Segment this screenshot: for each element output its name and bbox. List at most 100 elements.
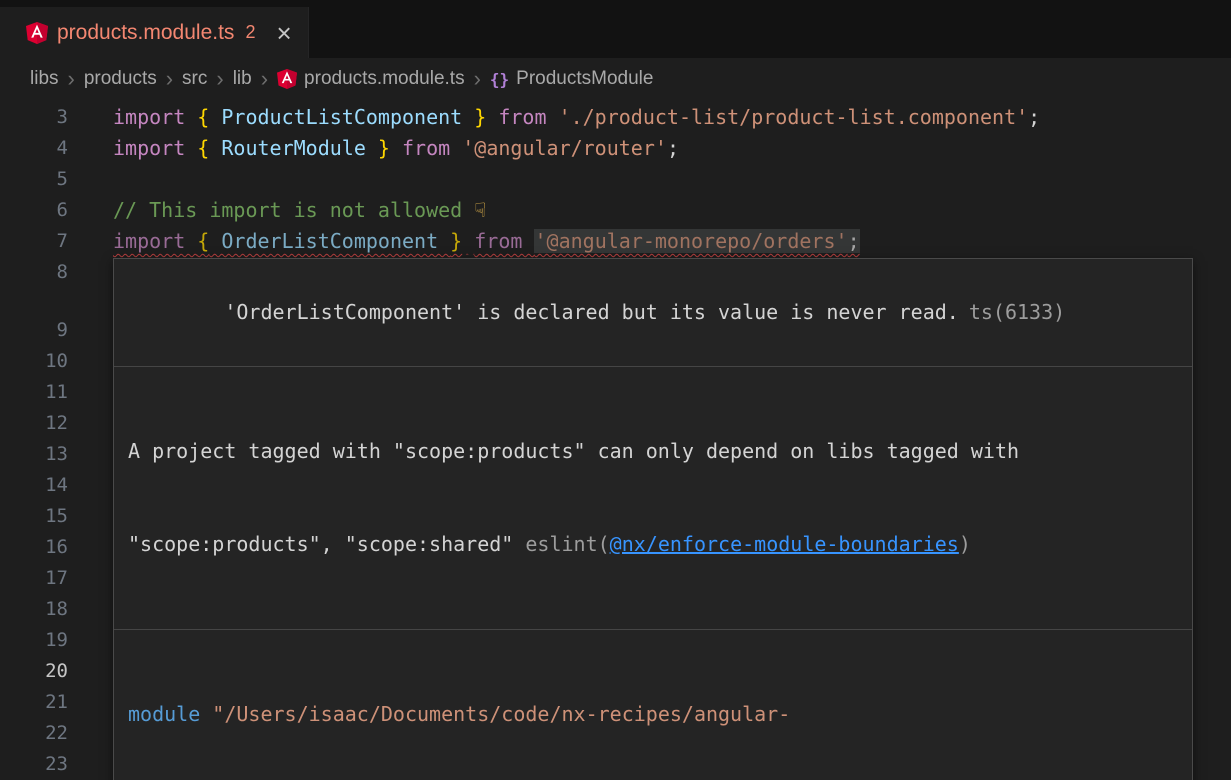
- tab-problem-count: 2: [245, 22, 255, 43]
- code-token: './product-list/product-list.component': [559, 105, 1029, 129]
- eslint-message-line2: "scope:products", "scope:shared" eslint(…: [128, 529, 1178, 560]
- code-line-5[interactable]: 5: [0, 164, 1231, 195]
- breadcrumb-label: products: [84, 68, 157, 90]
- breadcrumb: libs›products›src›lib›products.module.ts…: [0, 58, 1231, 100]
- diagnostic-code: ts(6133): [969, 300, 1065, 324]
- breadcrumb-item-lib[interactable]: lib: [233, 68, 252, 90]
- code-text: [68, 439, 113, 470]
- line-number[interactable]: 8: [0, 257, 68, 288]
- close-icon[interactable]: ×: [276, 20, 291, 46]
- line-number[interactable]: 6: [0, 195, 68, 226]
- pointing-down-emoji: ☟: [474, 198, 486, 222]
- angular-icon: [26, 22, 48, 44]
- diagnostic-eslint-message: A project tagged with "scope:products" c…: [114, 367, 1192, 630]
- code-token: '@angular-monorepo/orders': [534, 229, 847, 253]
- code-line-4[interactable]: 4import { RouterModule } from '@angular/…: [0, 133, 1231, 164]
- breadcrumb-item-src[interactable]: src: [182, 68, 207, 90]
- chevron-right-icon: ›: [207, 66, 232, 92]
- diagnostic-message-text: 'OrderListComponent' is declared but its…: [224, 300, 959, 324]
- line-number[interactable]: 13: [0, 439, 68, 470]
- line-number[interactable]: 14: [0, 470, 68, 501]
- diagnostic-ts-message: 'OrderListComponent' is declared but its…: [114, 259, 1192, 367]
- code-text: [68, 470, 113, 501]
- code-text: [68, 408, 113, 439]
- chevron-right-icon: ›: [59, 66, 84, 92]
- code-text: // This import is not allowed ☟: [68, 195, 486, 226]
- chevron-right-icon: ›: [252, 66, 277, 92]
- code-line-3[interactable]: 3import { ProductListComponent } from '.…: [0, 102, 1231, 133]
- code-text: [68, 257, 113, 288]
- line-number[interactable]: 3: [0, 102, 68, 133]
- module-path-block: module "/Users/isaac/Documents/code/nx-r…: [114, 630, 1192, 780]
- line-number[interactable]: 9: [0, 315, 68, 346]
- code-token: from: [474, 229, 534, 253]
- code-token: import: [113, 136, 197, 160]
- line-number[interactable]: 7: [0, 226, 68, 257]
- code-token: RouterModule: [209, 136, 378, 160]
- eslint-source-open: eslint(: [525, 532, 609, 556]
- line-number[interactable]: 20: [0, 656, 68, 687]
- line-number[interactable]: 22: [0, 718, 68, 749]
- eslint-message-line2-text: "scope:products", "scope:shared": [128, 532, 525, 556]
- chevron-right-icon: ›: [465, 66, 490, 92]
- breadcrumb-item-products[interactable]: products: [84, 68, 157, 90]
- line-number[interactable]: 12: [0, 408, 68, 439]
- code-token: // This import is not allowed: [113, 198, 474, 222]
- line-number[interactable]: 16: [0, 532, 68, 563]
- line-number[interactable]: 18: [0, 594, 68, 625]
- code-text: import { OrderListComponent } from '@ang…: [68, 226, 860, 257]
- code-text: import { ProductListComponent } from './…: [68, 102, 1040, 133]
- code-token: ;: [667, 136, 679, 160]
- eslint-rule-link[interactable]: @nx/enforce-module-boundaries: [610, 532, 959, 556]
- line-number[interactable]: 21: [0, 687, 68, 718]
- code-text: [68, 164, 113, 195]
- eslint-message-line1: A project tagged with "scope:products" c…: [128, 436, 1178, 467]
- code-token: {: [197, 136, 209, 160]
- breadcrumb-item-products-module-ts[interactable]: products.module.ts: [277, 68, 465, 90]
- code-token: from: [498, 105, 558, 129]
- code-text: import { RouterModule } from '@angular/r…: [68, 133, 679, 164]
- code-token: ProductListComponent: [209, 105, 474, 129]
- line-number[interactable]: 4: [0, 133, 68, 164]
- editor[interactable]: 3import { ProductListComponent } from '.…: [0, 100, 1231, 780]
- line-number[interactable]: 10: [0, 346, 68, 377]
- chevron-right-icon: ›: [157, 66, 182, 92]
- code-token: [390, 136, 402, 160]
- tab-products-module[interactable]: products.module.ts 2 ×: [0, 7, 309, 58]
- code-token: ;: [848, 229, 860, 253]
- line-number[interactable]: 15: [0, 501, 68, 532]
- breadcrumb-label: src: [182, 68, 207, 90]
- line-number[interactable]: 19: [0, 625, 68, 656]
- hover-popup: 'OrderListComponent' is declared but its…: [113, 258, 1193, 780]
- code-token: }: [474, 105, 486, 129]
- module-path-part1: "/Users/isaac/Documents/code/nx-recipes/…: [212, 702, 790, 726]
- code-token: }: [378, 136, 390, 160]
- breadcrumb-item-libs[interactable]: libs: [30, 68, 59, 90]
- line-number[interactable]: 17: [0, 563, 68, 594]
- code-token: from: [402, 136, 462, 160]
- code-token: }: [450, 229, 462, 253]
- breadcrumb-label: products.module.ts: [304, 68, 465, 90]
- code-token: {: [197, 105, 209, 129]
- code-text: [68, 377, 113, 408]
- code-line-6[interactable]: 6// This import is not allowed ☟: [0, 195, 1231, 226]
- line-number[interactable]: 5: [0, 164, 68, 195]
- eslint-source-close: ): [959, 532, 971, 556]
- breadcrumb-label: lib: [233, 68, 252, 90]
- code-token: '@angular/router': [462, 136, 667, 160]
- code-token: {: [197, 229, 209, 253]
- breadcrumb-label: libs: [30, 68, 59, 90]
- module-path-line1: module "/Users/isaac/Documents/code/nx-r…: [128, 699, 1178, 730]
- line-number[interactable]: 11: [0, 377, 68, 408]
- code-text: [68, 749, 113, 780]
- line-number[interactable]: 23: [0, 749, 68, 780]
- tab-filename: products.module.ts: [57, 21, 234, 45]
- code-token: [486, 105, 498, 129]
- breadcrumb-item-productsmodule[interactable]: {}ProductsModule: [490, 68, 654, 90]
- code-token: [462, 229, 474, 253]
- vscode-window: products.module.ts 2 × libs›products›src…: [0, 0, 1231, 780]
- code-token: OrderListComponent: [209, 229, 450, 253]
- angular-icon: [277, 69, 297, 89]
- code-line-7[interactable]: 7import { OrderListComponent } from '@an…: [0, 226, 1231, 257]
- code-text: [68, 315, 113, 346]
